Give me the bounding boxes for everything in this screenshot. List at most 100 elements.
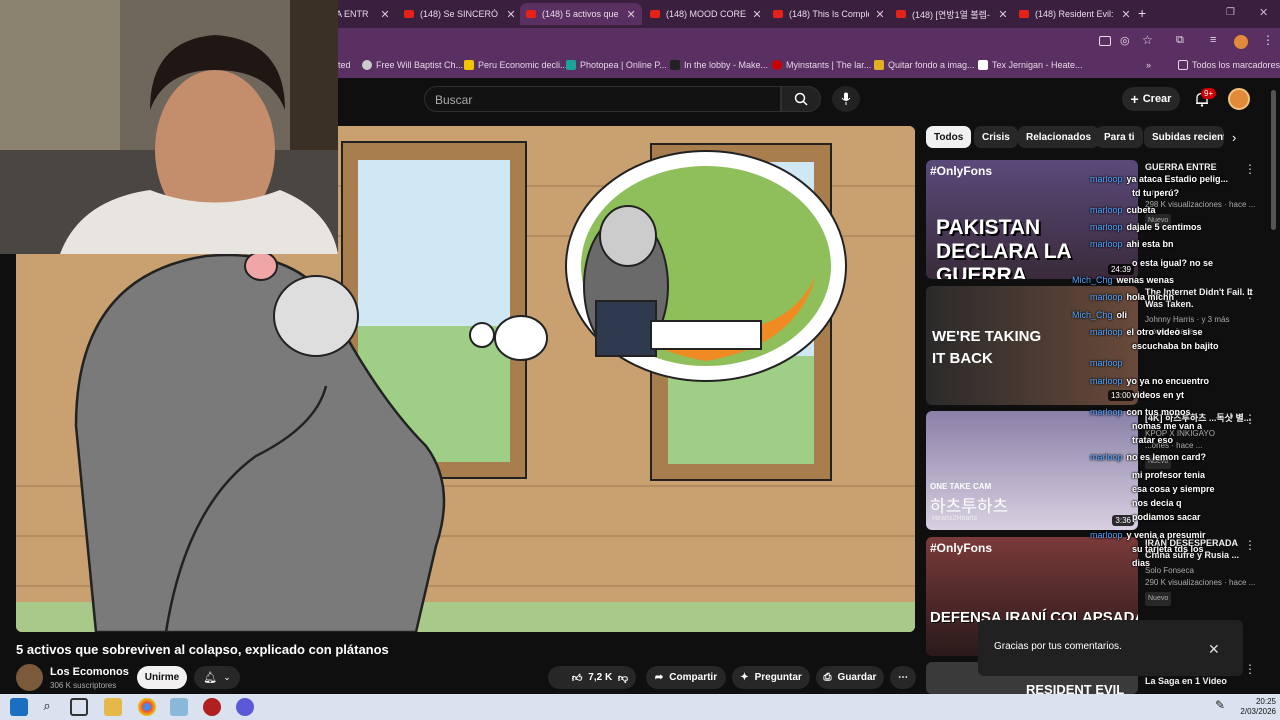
browser-tab[interactable]: (148) MOOD COREA ✕ xyxy=(644,3,768,25)
chip-subidas[interactable]: Subidas recient xyxy=(1144,126,1224,148)
more-actions-button[interactable]: ⋯ xyxy=(890,666,916,689)
star-icon[interactable]: ☆ xyxy=(1142,33,1153,47)
window-close-icon[interactable]: ✕ xyxy=(1259,6,1268,19)
bookmark[interactable]: Tex Jernigan - Heate... xyxy=(978,60,1083,70)
chat-message: escuchaba bn bajito xyxy=(1128,341,1219,351)
toast-notification: Gracias por tus comentarios. xyxy=(978,620,1243,676)
join-button[interactable]: Unirme xyxy=(137,666,187,689)
app-icon[interactable] xyxy=(203,698,221,716)
bookmark-favicon xyxy=(464,60,474,70)
close-icon[interactable]: ✕ xyxy=(752,8,762,21)
close-icon[interactable]: ✕ xyxy=(380,8,390,21)
myinstants-icon xyxy=(772,60,782,70)
menu-icon[interactable]: ⋮ xyxy=(1262,33,1274,47)
browser-tab-active[interactable]: (148) 5 activos que s ✕ xyxy=(520,3,642,25)
browser-tab[interactable]: (148) This Is Complet ✕ xyxy=(767,3,891,25)
sidebar-thumbnail[interactable]: WE'RE TAKING IT BACK 13:00 xyxy=(926,286,1138,405)
channel-subscribers: 306 K suscriptores xyxy=(50,681,117,690)
chat-text: su tarjeta tds los xyxy=(1132,544,1204,554)
profile-avatar[interactable] xyxy=(1234,35,1248,49)
close-icon[interactable]: ✕ xyxy=(875,8,885,21)
app-icon[interactable] xyxy=(236,698,254,716)
more-icon[interactable]: ⋮ xyxy=(1244,538,1256,552)
extensions-icon[interactable]: ⧉ xyxy=(1176,34,1184,47)
bookmark[interactable]: Photopea | Online P... xyxy=(566,60,667,70)
chat-message: nomas me van a xyxy=(1128,421,1202,431)
search-input[interactable]: Buscar xyxy=(424,86,781,112)
chip-todos[interactable]: Todos xyxy=(926,126,972,148)
youtube-icon xyxy=(526,10,536,18)
chat-message: marloop el otro video si se xyxy=(1090,327,1203,337)
bookmark[interactable]: Free Will Baptist Ch... xyxy=(362,60,463,70)
tab-title: (148) Se SINCERÓ co xyxy=(420,9,500,19)
pen-icon[interactable]: ✎ xyxy=(1215,698,1225,712)
voice-search-button[interactable] xyxy=(832,86,860,112)
channel-name[interactable]: Los Ecomonos xyxy=(50,666,129,678)
new-tab-icon[interactable]: + xyxy=(1138,5,1146,21)
app-icon[interactable] xyxy=(170,698,188,716)
ask-label: Preguntar xyxy=(754,672,802,683)
dislike-button[interactable]: 👎︎ xyxy=(608,666,638,689)
bookmark-label: ted xyxy=(338,60,351,70)
more-icon[interactable]: ⋮ xyxy=(1244,412,1256,426)
subscription-bell-button[interactable]: 🔔︎ ⌄ xyxy=(194,666,240,689)
close-icon[interactable]: ✕ xyxy=(1208,641,1220,658)
chip-crisis[interactable]: Crisis xyxy=(974,126,1018,148)
close-icon[interactable]: ✕ xyxy=(1121,8,1131,21)
chevron-right-icon[interactable]: › xyxy=(1232,130,1236,145)
chat-text: yo ya no encuentro xyxy=(1126,376,1210,386)
chat-message: nos decia q xyxy=(1128,498,1182,508)
chat-text: podiamos sacar xyxy=(1132,512,1201,522)
more-icon[interactable]: ⋮ xyxy=(1244,287,1256,301)
close-icon[interactable]: ✕ xyxy=(626,8,636,21)
browser-tab[interactable]: (148) Resident Evil: T ✕ xyxy=(1013,3,1137,25)
bookmark[interactable]: In the lobby - Make... xyxy=(670,60,768,70)
chat-username: marloop xyxy=(1090,292,1123,302)
system-clock[interactable]: 20:25 2/03/2026 xyxy=(1238,697,1276,717)
close-icon[interactable]: ✕ xyxy=(998,8,1008,21)
chip-para-ti[interactable]: Para ti xyxy=(1096,126,1143,148)
sidebar-video-meta[interactable]: La Saga en 1 Video xyxy=(1145,675,1265,687)
bookmark[interactable]: Quitar fondo a imag... xyxy=(874,60,975,70)
more-icon[interactable]: ⋮ xyxy=(1244,662,1256,676)
channel-avatar[interactable] xyxy=(16,664,43,691)
chat-message: marloop hola michh xyxy=(1090,292,1174,302)
ask-button[interactable]: ✦ Preguntar xyxy=(732,666,810,689)
chat-message: marloop y venia a presumir xyxy=(1090,530,1206,540)
chat-text: dajale 5 centimos xyxy=(1126,222,1202,232)
bookmark[interactable]: ted xyxy=(338,60,351,70)
windows-start-icon[interactable] xyxy=(10,698,28,716)
chat-message: mi profesor tenia xyxy=(1128,470,1205,480)
all-bookmarks[interactable]: Todos los marcadores xyxy=(1178,60,1280,70)
reading-list-icon[interactable]: ≡ xyxy=(1210,34,1216,46)
sidebar-thumbnail[interactable]: ONE TAKE CAM 하츠투하츠 Hearts2Hearts 3:36 xyxy=(926,411,1138,530)
browser-tab[interactable]: (148) Se SINCERÓ co ✕ xyxy=(398,3,522,25)
more-bookmarks-icon[interactable]: » xyxy=(1146,60,1151,70)
account-avatar[interactable] xyxy=(1228,88,1250,110)
chat-message: marloop con tus monos xyxy=(1090,407,1191,417)
task-view-icon[interactable] xyxy=(70,698,88,716)
chip-relacionados[interactable]: Relacionados xyxy=(1018,126,1100,148)
search-icon[interactable]: ⌕ xyxy=(38,698,56,716)
new-badge: Nuevo xyxy=(1145,592,1172,606)
chrome-icon[interactable] xyxy=(138,698,156,716)
browser-tab[interactable]: A ENTR ✕ xyxy=(330,3,396,25)
more-icon[interactable]: ⋮ xyxy=(1244,162,1256,176)
scrollbar-thumb[interactable] xyxy=(1271,90,1276,230)
bookmark[interactable]: Myinstants | The lar... xyxy=(772,60,871,70)
eye-off-icon[interactable]: ◎ xyxy=(1120,34,1130,47)
save-label: Guardar xyxy=(837,672,877,683)
cast-icon[interactable] xyxy=(1099,36,1111,46)
save-button[interactable]: ⎙ Guardar xyxy=(816,666,884,689)
restore-icon[interactable]: ❐ xyxy=(1226,7,1235,18)
thumb-text: RESIDENT EVIL xyxy=(1026,682,1125,694)
search-button[interactable] xyxy=(781,86,821,112)
tab-title: (148) This Is Complet xyxy=(789,9,869,19)
thumbs-down-icon: 👎︎ xyxy=(617,672,629,684)
bookmark[interactable]: Peru Economic decli... xyxy=(464,60,568,70)
close-icon[interactable]: ✕ xyxy=(506,8,516,21)
file-explorer-icon[interactable] xyxy=(104,698,122,716)
browser-tab[interactable]: (148) [연방1열 볼렙- ✕ xyxy=(890,3,1014,25)
create-button[interactable]: + Crear xyxy=(1122,87,1180,111)
share-button[interactable]: ➦ Compartir xyxy=(646,666,726,689)
